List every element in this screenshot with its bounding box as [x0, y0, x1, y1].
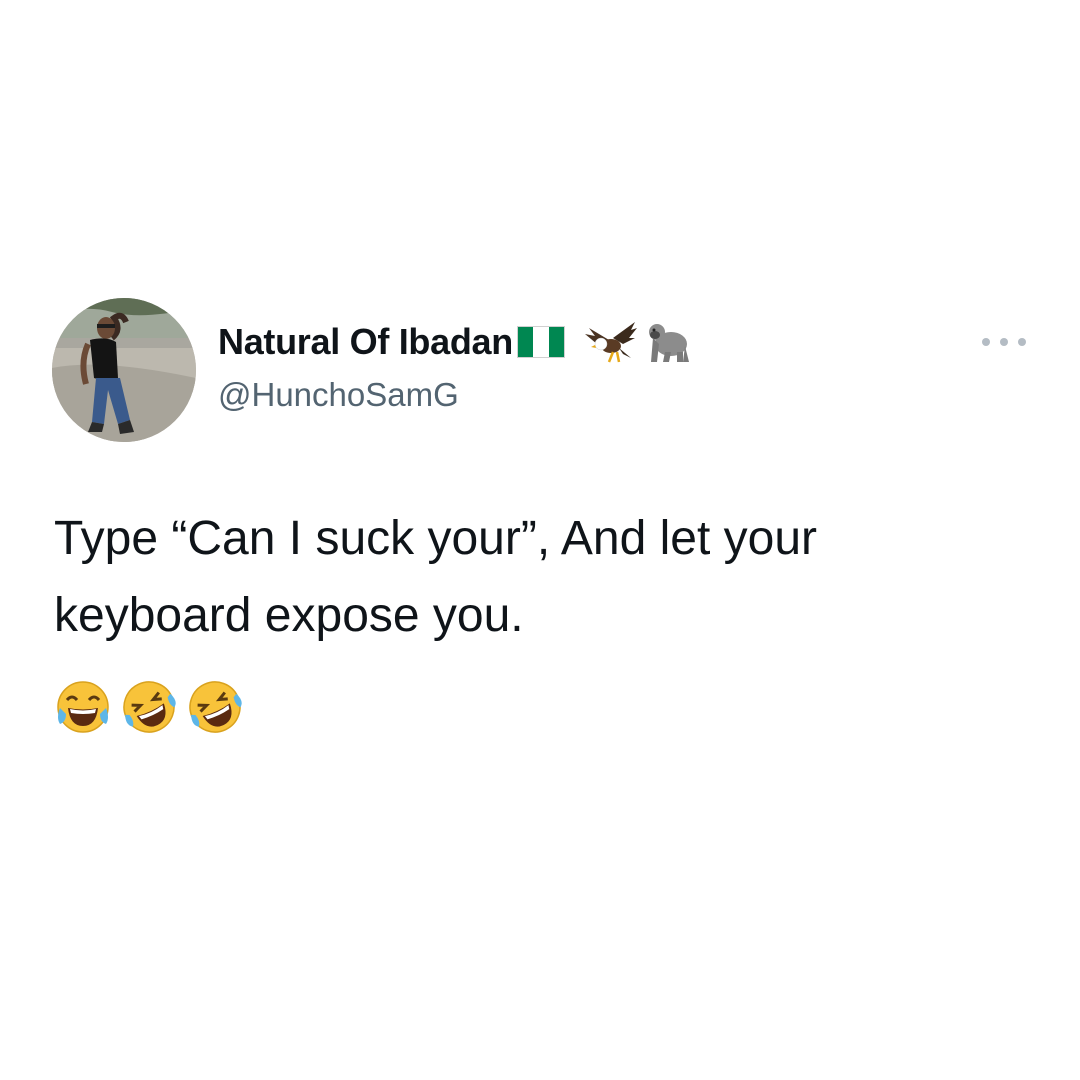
eagle-icon	[584, 322, 637, 363]
more-dot-icon	[982, 338, 990, 346]
nigeria-flag-icon	[516, 326, 565, 358]
rolling-on-the-floor-laughing-icon	[123, 681, 176, 733]
display-name[interactable]: Natural Of Ibadan	[218, 321, 513, 363]
rolling-on-the-floor-laughing-icon	[189, 681, 242, 733]
face-with-tears-of-joy-icon	[57, 681, 109, 733]
tweet-text-line: keyboard expose you.	[54, 589, 524, 642]
tweet-card[interactable]: Natural Of Ibadan @HunchoSamG Type “Can …	[0, 270, 1080, 760]
more-dot-icon	[1018, 338, 1026, 346]
more-dot-icon	[1000, 338, 1008, 346]
page: Natural Of Ibadan @HunchoSamG Type “Can …	[0, 0, 1080, 1080]
tweet-text-line: Type “Can I suck your”, And let your	[54, 512, 818, 565]
gorilla-icon	[648, 324, 689, 362]
more-options-button[interactable]	[982, 330, 1026, 354]
tweet-text: Type “Can I suck your”, And let your key…	[54, 500, 1034, 654]
avatar[interactable]	[52, 298, 196, 442]
emoji-row	[54, 678, 244, 736]
name-row: Natural Of Ibadan	[218, 318, 693, 366]
avatar-photo	[52, 298, 196, 442]
user-handle[interactable]: @HunchoSamG	[218, 376, 459, 414]
